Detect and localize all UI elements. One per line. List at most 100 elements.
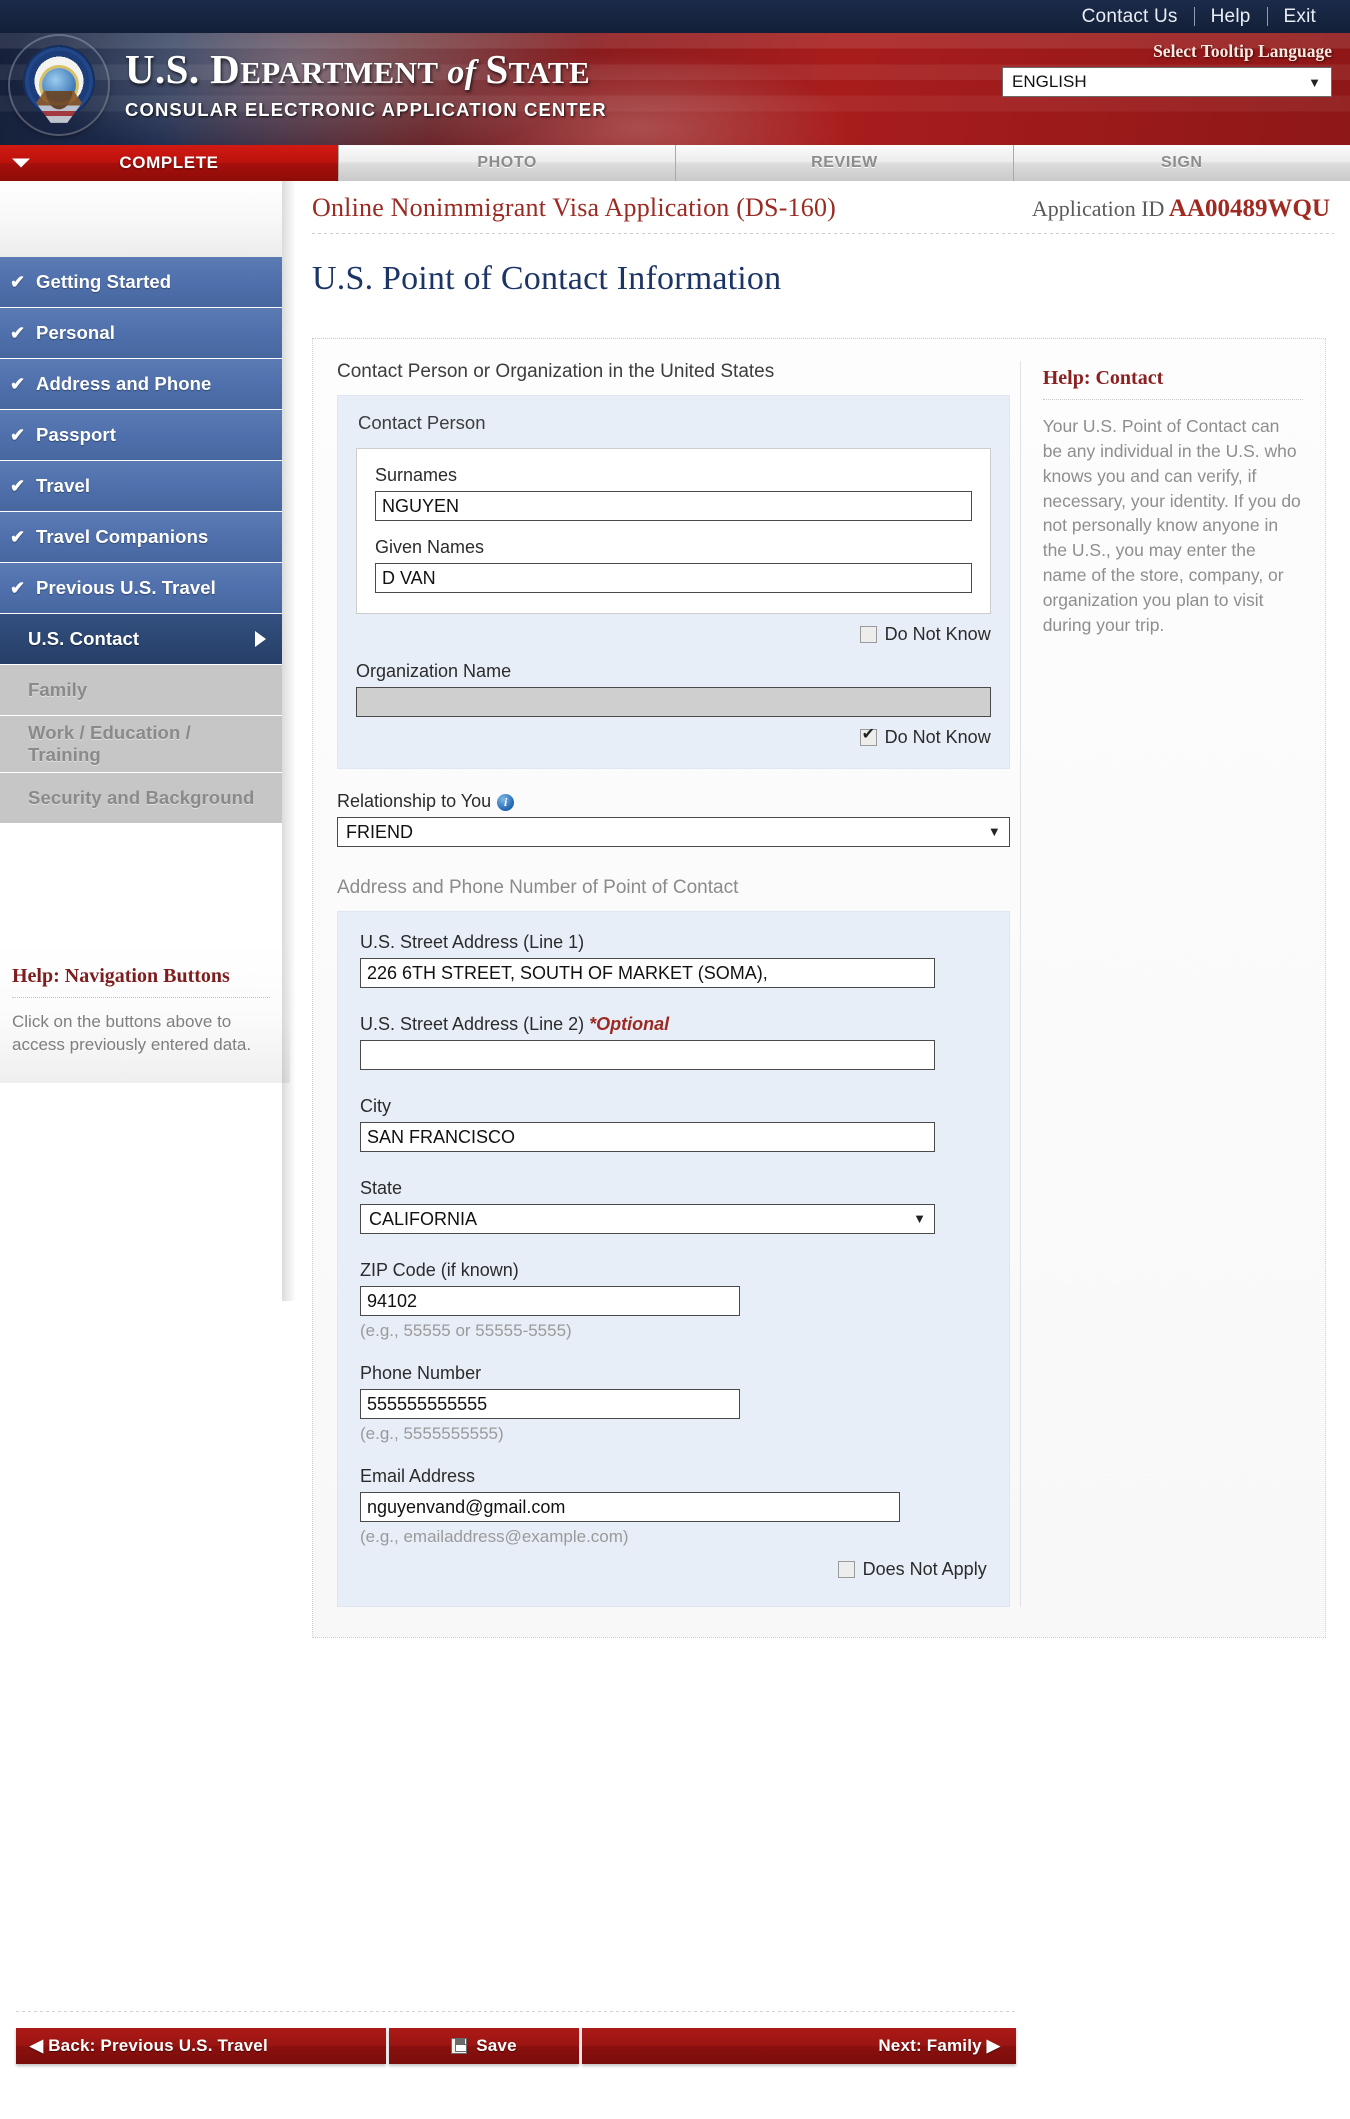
- department-of-state-seal-icon: [10, 36, 108, 134]
- brand-lockup: U.S. DEPARTMENT of STATE CONSULAR ELECTR…: [125, 49, 607, 121]
- brand-epartment: EPARTMENT: [240, 55, 439, 90]
- sidebar-help-navigation-buttons: Help: Navigation Buttons Click on the bu…: [0, 941, 290, 1083]
- street2-label-row: U.S. Street Address (Line 2) *Optional: [360, 1014, 987, 1035]
- sidebar-item-label: Personal: [36, 322, 115, 343]
- city-input[interactable]: SAN FRANCISCO: [360, 1122, 935, 1152]
- surnames-field: Surnames NGUYEN: [375, 465, 972, 521]
- phone-label: Phone Number: [360, 1363, 482, 1383]
- tab-sign[interactable]: SIGN: [1012, 145, 1350, 181]
- divider: [12, 997, 270, 998]
- zip-input[interactable]: 94102: [360, 1286, 740, 1316]
- state-label: State: [360, 1178, 403, 1198]
- check-icon: ✔: [10, 527, 26, 547]
- brand-s: S: [485, 46, 509, 92]
- check-icon: ✔: [10, 374, 26, 394]
- tab-review-label: REVIEW: [811, 154, 878, 171]
- form-header: Online Nonimmigrant Visa Application (DS…: [296, 181, 1350, 223]
- contact-us-link[interactable]: Contact Us: [1066, 6, 1194, 28]
- next-button[interactable]: Next: Family ▶: [582, 2028, 1016, 2064]
- organization-name-input: [356, 687, 991, 717]
- sidebar-item-passport[interactable]: ✔ Passport: [0, 410, 282, 460]
- help-link[interactable]: Help: [1195, 6, 1267, 28]
- divider: [1042, 399, 1303, 400]
- tab-sign-label: SIGN: [1161, 154, 1203, 171]
- tooltip-language-select[interactable]: ENGLISH ▼: [1002, 67, 1332, 97]
- utility-bar: Contact Us Help Exit: [0, 0, 1350, 33]
- sidebar-item-previous-us-travel[interactable]: ✔ Previous U.S. Travel: [0, 563, 282, 613]
- sidebar-item-family[interactable]: Family: [0, 665, 282, 715]
- check-icon: ✔: [10, 425, 26, 445]
- brand-us: U.S.: [125, 46, 211, 92]
- sidebar-item-travel[interactable]: ✔ Travel: [0, 461, 282, 511]
- street2-label: U.S. Street Address (Line 2): [360, 1014, 585, 1034]
- sidebar-top-spacer: [0, 181, 282, 257]
- help-panel-title: Help: Contact: [1042, 367, 1164, 389]
- sidebar-help-title: Help: Navigation Buttons: [12, 965, 230, 987]
- relationship-select[interactable]: FRIEND ▼: [337, 817, 1010, 847]
- sidebar-item-security-and-background[interactable]: Security and Background: [0, 773, 282, 823]
- brand-d: D: [210, 46, 241, 92]
- check-icon: ✔: [10, 578, 26, 598]
- chevron-down-icon: ▼: [913, 1211, 926, 1226]
- exit-link[interactable]: Exit: [1268, 6, 1332, 28]
- street1-input[interactable]: 226 6TH STREET, SOUTH OF MARKET (SOMA),: [360, 958, 935, 988]
- sidebar-item-getting-started[interactable]: ✔ Getting Started: [0, 257, 282, 307]
- site-banner: U.S. DEPARTMENT of STATE CONSULAR ELECTR…: [0, 33, 1350, 145]
- tab-photo[interactable]: PHOTO: [338, 145, 676, 181]
- step-tabbar: COMPLETE PHOTO REVIEW SIGN: [0, 145, 1350, 181]
- sidebar-item-label: Family: [28, 679, 88, 700]
- sidebar-item-work-education-training[interactable]: Work / Education / Training: [0, 716, 282, 772]
- sidebar-item-address-and-phone[interactable]: ✔ Address and Phone: [0, 359, 282, 409]
- back-button[interactable]: ◀ Back: Previous U.S. Travel: [16, 2028, 386, 2064]
- floppy-disk-icon: [451, 2038, 468, 2054]
- organization-name-label: Organization Name: [356, 661, 512, 681]
- brand-of: of: [438, 54, 486, 91]
- street1-field: U.S. Street Address (Line 1) 226 6TH STR…: [360, 932, 987, 988]
- contact-person-fieldset: Surnames NGUYEN Given Names D VAN: [356, 448, 991, 614]
- tab-complete[interactable]: COMPLETE: [0, 145, 338, 181]
- given-names-label: Given Names: [375, 537, 485, 557]
- footer-navigation: ◀ Back: Previous U.S. Travel Save Next: …: [16, 2011, 1016, 2064]
- sidebar-item-travel-companions[interactable]: ✔ Travel Companions: [0, 512, 282, 562]
- check-icon: ✔: [10, 323, 26, 343]
- main-content: Online Nonimmigrant Visa Application (DS…: [296, 181, 1350, 1638]
- caret-down-icon: [12, 158, 30, 168]
- tooltip-language-value: ENGLISH: [1012, 72, 1087, 91]
- footer-button-row: ◀ Back: Previous U.S. Travel Save Next: …: [16, 2028, 1016, 2064]
- organization-do-not-know-checkbox[interactable]: [859, 726, 877, 746]
- zip-hint: (e.g., 55555 or 55555-5555): [360, 1321, 572, 1340]
- brand-subtitle: CONSULAR ELECTRONIC APPLICATION CENTER: [125, 99, 607, 120]
- sidebar-item-us-contact[interactable]: U.S. Contact: [0, 614, 282, 664]
- email-input[interactable]: nguyenvand@gmail.com: [360, 1492, 900, 1522]
- form-fields-column: Contact Person or Organization in the Un…: [337, 361, 1010, 1607]
- surnames-input[interactable]: NGUYEN: [375, 491, 972, 521]
- tab-review[interactable]: REVIEW: [675, 145, 1013, 181]
- save-button[interactable]: Save: [389, 2028, 579, 2064]
- relationship-field: Relationship to You i FRIEND ▼: [337, 791, 1010, 847]
- utility-links: Contact Us Help Exit: [1066, 6, 1350, 28]
- sidebar-item-label: Previous U.S. Travel: [36, 577, 216, 598]
- email-does-not-apply-row: Does Not Apply: [360, 1559, 987, 1580]
- page-body: ✔ Getting Started ✔ Personal ✔ Address a…: [0, 181, 1350, 2119]
- person-do-not-know-checkbox[interactable]: [859, 626, 877, 643]
- street2-input[interactable]: [360, 1040, 935, 1070]
- sidebar-item-label: U.S. Contact: [28, 628, 140, 649]
- given-names-field: Given Names D VAN: [375, 537, 972, 593]
- email-does-not-apply-checkbox[interactable]: [837, 1561, 855, 1578]
- street2-optional-flag: *Optional: [589, 1014, 670, 1034]
- organization-name-field: Organization Name: [356, 661, 991, 717]
- brand-tate: TATE: [508, 55, 591, 90]
- contact-section-caption: Contact Person or Organization in the Un…: [337, 361, 775, 382]
- given-names-input[interactable]: D VAN: [375, 563, 972, 593]
- email-label: Email Address: [360, 1466, 476, 1486]
- sidebar-item-label: Security and Background: [28, 787, 255, 808]
- contact-person-group: Contact Person Surnames NGUYEN Given Nam…: [337, 395, 1010, 769]
- contact-person-legend: Contact Person: [358, 412, 492, 434]
- phone-input[interactable]: 555555555555: [360, 1389, 740, 1419]
- email-hint: (e.g., emailaddress@example.com): [360, 1527, 629, 1546]
- chevron-down-icon: ▼: [987, 824, 1001, 839]
- address-section-caption: Address and Phone Number of Point of Con…: [337, 877, 739, 898]
- info-icon[interactable]: i: [497, 794, 515, 811]
- state-select[interactable]: CALIFORNIA ▼: [360, 1204, 935, 1234]
- sidebar-item-personal[interactable]: ✔ Personal: [0, 308, 282, 358]
